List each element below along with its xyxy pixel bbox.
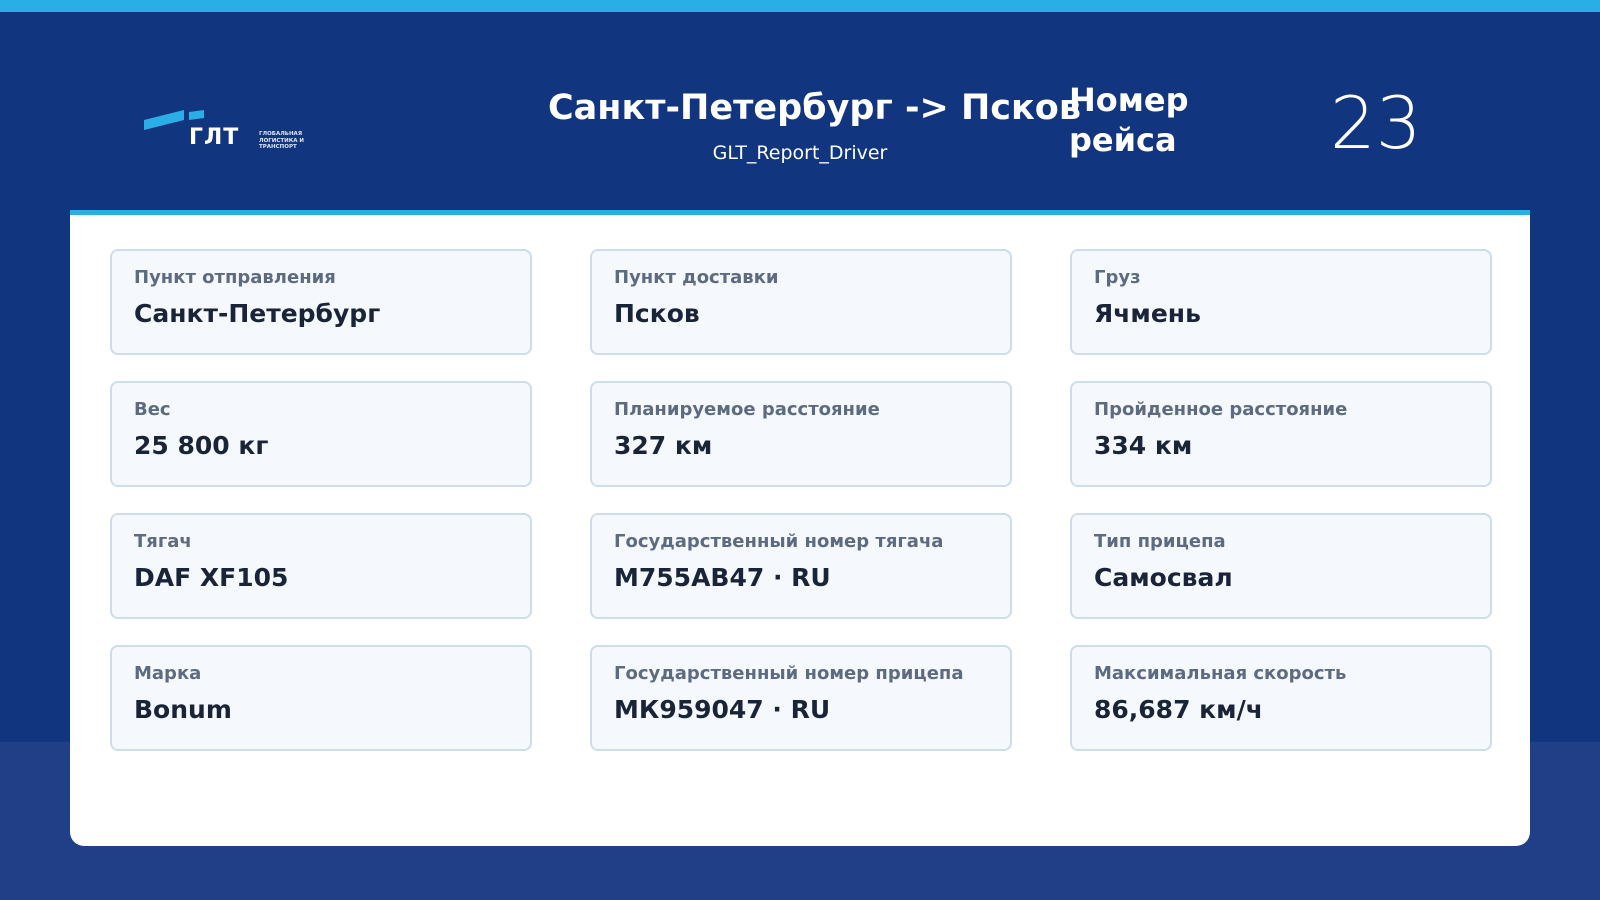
card-label: Государственный номер тягача [614,531,944,552]
card-label: Максимальная скорость [1094,663,1347,684]
card-label: Тип прицепа [1094,531,1226,552]
card-label: Пункт доставки [614,267,779,288]
info-card-tractor-plate: Государственный номер тягача М755АВ47 · … [590,513,1012,619]
info-card-traveled-distance: Пройденное расстояние 334 км [1070,381,1492,487]
route-title: Санкт-Петербург -> Псков [548,88,1081,128]
report-name: GLT_Report_Driver [712,142,888,164]
card-value: Самосвал [1094,563,1233,592]
card-value: М755АВ47 · RU [614,563,831,592]
card-label: Пункт отправления [134,267,336,288]
card-label: Планируемое расстояние [614,399,880,420]
card-value: МК959047 · RU [614,695,831,724]
info-card-cargo: Груз Ячмень [1070,249,1492,355]
logo-subtitle: ГЛОБАЛЬНАЯ ЛОГИСТИКА И ТРАНСПОРТ [259,131,305,150]
card-label: Марка [134,663,202,684]
info-card-trailer-plate: Государственный номер прицепа МК959047 ·… [590,645,1012,751]
card-label: Вес [134,399,171,420]
info-card-tractor: Тягач DAF XF105 [110,513,532,619]
card-value: Ячмень [1094,299,1201,328]
trip-number: 23 [1330,81,1422,165]
card-value: 327 км [614,431,713,460]
card-value: 86,687 км/ч [1094,695,1263,724]
card-label: Пройденное расстояние [1094,399,1348,420]
card-label: Государственный номер прицепа [614,663,964,684]
info-card-destination: Пункт доставки Псков [590,249,1012,355]
info-card-max-speed: Максимальная скорость 86,687 км/ч [1070,645,1492,751]
trip-details-panel: Пункт отправления Санкт-Петербург Пункт … [70,210,1530,846]
info-card-planned-distance: Планируемое расстояние 327 км [590,381,1012,487]
info-card-trailer-type: Тип прицепа Самосвал [1070,513,1492,619]
info-card-departure: Пункт отправления Санкт-Петербург [110,249,532,355]
card-value: Санкт-Петербург [134,299,381,328]
card-label: Тягач [134,531,192,552]
card-value: Bonum [134,695,232,724]
card-value: 25 800 кг [134,431,269,460]
card-value: DAF XF105 [134,563,289,592]
card-value: Псков [614,299,700,328]
card-value: 334 км [1094,431,1193,460]
logo-text: ГЛТ [189,125,240,150]
accent-stripe [0,0,1600,12]
company-logo: ГЛТ ГЛОБАЛЬНАЯ ЛОГИСТИКА И ТРАНСПОРТ [144,110,324,154]
trip-number-label: Номер рейса [1069,81,1189,159]
card-label: Груз [1094,267,1141,288]
info-card-trailer-brand: Марка Bonum [110,645,532,751]
info-card-weight: Вес 25 800 кг [110,381,532,487]
